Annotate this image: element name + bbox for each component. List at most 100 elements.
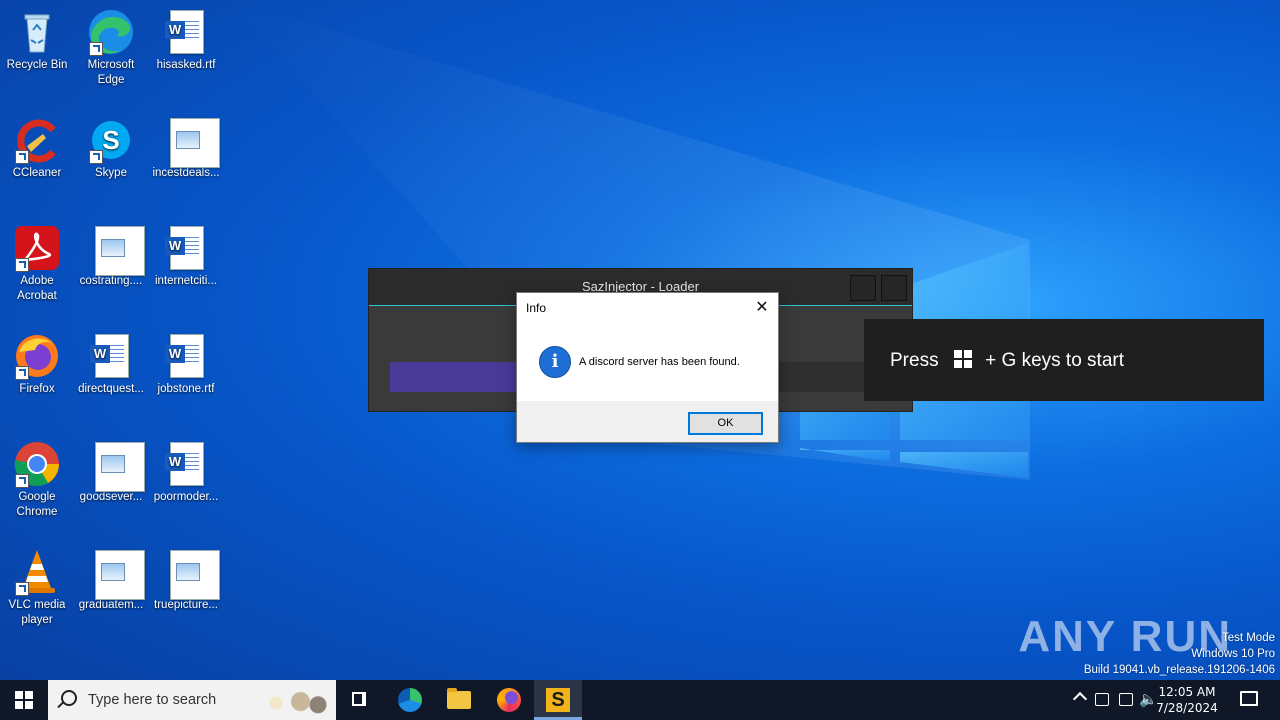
desktop-icon-skype[interactable]: S Skype <box>73 112 149 181</box>
desktop-icon-label: goodsever... <box>79 491 143 503</box>
task-view-button[interactable] <box>336 680 384 720</box>
gamebar-text-press: Press <box>890 350 939 371</box>
adobe-acrobat-icon <box>13 224 61 272</box>
test-mode-line: Test Mode <box>1221 632 1275 644</box>
windows-logo-icon <box>15 691 33 709</box>
shortcut-arrow-icon <box>15 258 29 272</box>
dialog-title: Info <box>526 301 547 315</box>
image-file-icon <box>87 548 145 600</box>
desktop-icon-label: Google Chrome <box>16 491 58 518</box>
desktop-icon-recycle-bin[interactable]: Recycle Bin <box>0 4 75 73</box>
desktop-icon-file[interactable]: truepicture... <box>148 544 224 613</box>
desktop-icon-adobe-acrobat[interactable]: Adobe Acrobat <box>0 220 75 304</box>
taskbar-clock[interactable]: 12:05 AM 7/28/2024 <box>1152 684 1222 716</box>
desktop-icon-microsoft-edge[interactable]: Microsoft Edge <box>73 4 149 88</box>
sazinjector-app-icon: S <box>546 688 570 712</box>
clock-date: 7/28/2024 <box>1156 701 1218 715</box>
desktop-icon-label: Adobe Acrobat <box>17 275 57 302</box>
desktop-icon-label: internetciti... <box>155 275 217 287</box>
ccleaner-icon <box>13 116 61 164</box>
minimize-button[interactable] <box>850 275 876 301</box>
game-bar-toast: Press + G keys to start <box>864 319 1264 401</box>
desktop-icon-file[interactable]: W poormoder... <box>148 436 224 505</box>
network-icon[interactable] <box>1119 693 1133 706</box>
clock-time: 12:05 AM <box>1158 685 1216 699</box>
desktop-icon-label: directquest... <box>78 383 144 395</box>
desktop-icon-vlc[interactable]: VLC media player <box>0 544 75 628</box>
search-placeholder: Type here to search <box>88 692 217 708</box>
firefox-icon <box>497 688 521 712</box>
word-document-icon: W <box>162 332 210 380</box>
shortcut-arrow-icon <box>89 42 103 56</box>
dialog-footer: OK <box>517 401 778 442</box>
desktop-icon-firefox[interactable]: Firefox <box>0 328 75 397</box>
desktop-icon-label: jobstone.rtf <box>157 383 215 395</box>
skype-icon: S <box>87 116 135 164</box>
desktop-icon-file[interactable]: W internetciti... <box>148 220 224 289</box>
dialog-message: A discord server has been found. <box>579 356 740 368</box>
os-edition-line: Windows 10 Pro <box>1191 648 1275 660</box>
ok-button[interactable]: OK <box>688 412 763 435</box>
search-icon <box>61 690 77 706</box>
taskbar-firefox-button[interactable] <box>485 680 533 720</box>
desktop-icon-label: incestdeals... <box>152 167 220 179</box>
edge-icon <box>398 688 422 712</box>
task-view-icon <box>352 692 366 706</box>
desktop-icon-ccleaner[interactable]: CCleaner <box>0 112 75 181</box>
vlc-cone-icon <box>13 548 61 596</box>
shortcut-arrow-icon <box>15 474 29 488</box>
firefox-icon <box>13 332 61 380</box>
show-hidden-icons-chevron-icon[interactable] <box>1072 691 1088 707</box>
start-button[interactable] <box>0 680 48 720</box>
desktop-icon-label: Skype <box>95 167 127 179</box>
desktop-icon-label: costrating.... <box>79 275 143 287</box>
desktop-icon-file[interactable]: W hisasked.rtf <box>148 4 224 73</box>
desktop-icon-file[interactable]: W directquest... <box>73 328 149 397</box>
image-file-icon <box>87 440 145 492</box>
windows-logo-icon <box>953 350 972 368</box>
desktop-icon-label: truepicture... <box>154 599 218 611</box>
taskbar-sazinjector-button[interactable]: S <box>534 680 582 720</box>
taskbar-search-box[interactable]: Type here to search <box>48 680 336 720</box>
word-document-icon: W <box>162 440 210 488</box>
desktop-icon-file[interactable]: goodsever... <box>73 436 149 505</box>
info-icon: i <box>539 346 571 378</box>
desktop-icon-label: poormoder... <box>153 491 219 503</box>
desktop-icon-label: hisasked.rtf <box>156 59 216 71</box>
progress-fill <box>390 362 520 392</box>
word-document-icon: W <box>162 8 210 56</box>
desktop-icon-label: graduatem... <box>78 599 144 611</box>
shortcut-arrow-icon <box>15 582 29 596</box>
shortcut-arrow-icon <box>15 150 29 164</box>
close-icon[interactable]: ✕ <box>752 298 772 318</box>
close-button[interactable] <box>881 275 907 301</box>
desktop-icon-file[interactable]: incestdeals... <box>148 112 224 181</box>
taskbar: Type here to search S 🔈 12:05 AM 7/28/20… <box>0 680 1280 720</box>
security-tray-icon[interactable] <box>1095 693 1109 706</box>
edge-icon <box>87 8 135 56</box>
test-mode-info: Test Mode Windows 10 Pro Build 19041.vb_… <box>1084 630 1275 678</box>
image-file-icon <box>87 224 145 276</box>
svg-text:S: S <box>102 125 119 155</box>
notification-center-icon[interactable] <box>1240 691 1258 706</box>
shortcut-arrow-icon <box>15 366 29 380</box>
chrome-icon <box>13 440 61 488</box>
desktop-icon-file[interactable]: graduatem... <box>73 544 149 613</box>
desktop-icon-google-chrome[interactable]: Google Chrome <box>0 436 75 520</box>
folder-icon <box>447 688 471 709</box>
word-document-icon: W <box>162 224 210 272</box>
shortcut-arrow-icon <box>89 150 103 164</box>
gamebar-text-keys: + G keys to start <box>985 350 1124 371</box>
desktop-icon-file[interactable]: costrating.... <box>73 220 149 289</box>
search-highlight-image <box>262 684 332 716</box>
info-dialog: Info ✕ i A discord server has been found… <box>516 292 779 443</box>
desktop-icon-label: Firefox <box>19 383 55 395</box>
taskbar-file-explorer-button[interactable] <box>435 680 483 720</box>
image-file-icon <box>162 116 220 168</box>
desktop-icon-label: VLC media player <box>8 599 66 626</box>
taskbar-edge-button[interactable] <box>386 680 434 720</box>
desktop-icon-file[interactable]: W jobstone.rtf <box>148 328 224 397</box>
desktop-icon-label: CCleaner <box>12 167 62 179</box>
image-file-icon <box>162 548 220 600</box>
word-document-icon: W <box>87 332 135 380</box>
